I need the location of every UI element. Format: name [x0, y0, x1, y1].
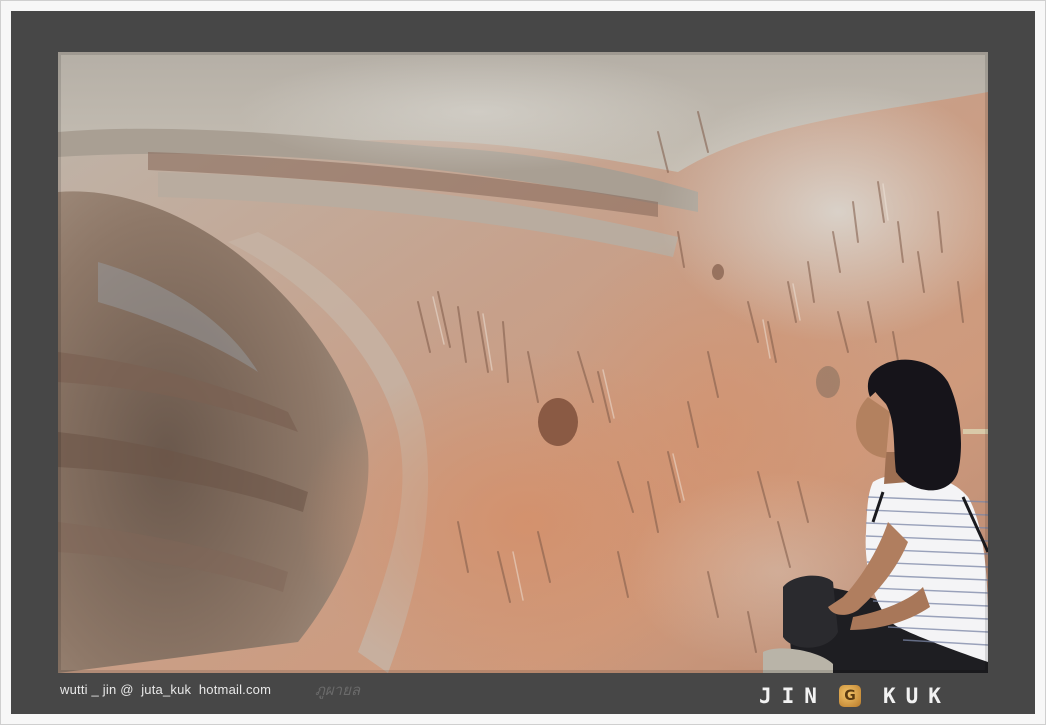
logo-left-word: JIN: [759, 684, 827, 708]
photo-frame: wutti _ jin @ juta_kuk hotmail.com ภูผาย…: [11, 11, 1035, 714]
location-watermark: ภูผายล: [315, 681, 361, 699]
photograph: [58, 52, 988, 673]
signature-logo: JIN G KUK: [759, 682, 951, 710]
logo-badge-icon: G: [838, 685, 861, 707]
logo-right-word: KUK: [882, 684, 951, 708]
rock-wall-scene: [58, 52, 988, 673]
photo-caption: wutti _ jin @ juta_kuk hotmail.com: [60, 682, 272, 697]
